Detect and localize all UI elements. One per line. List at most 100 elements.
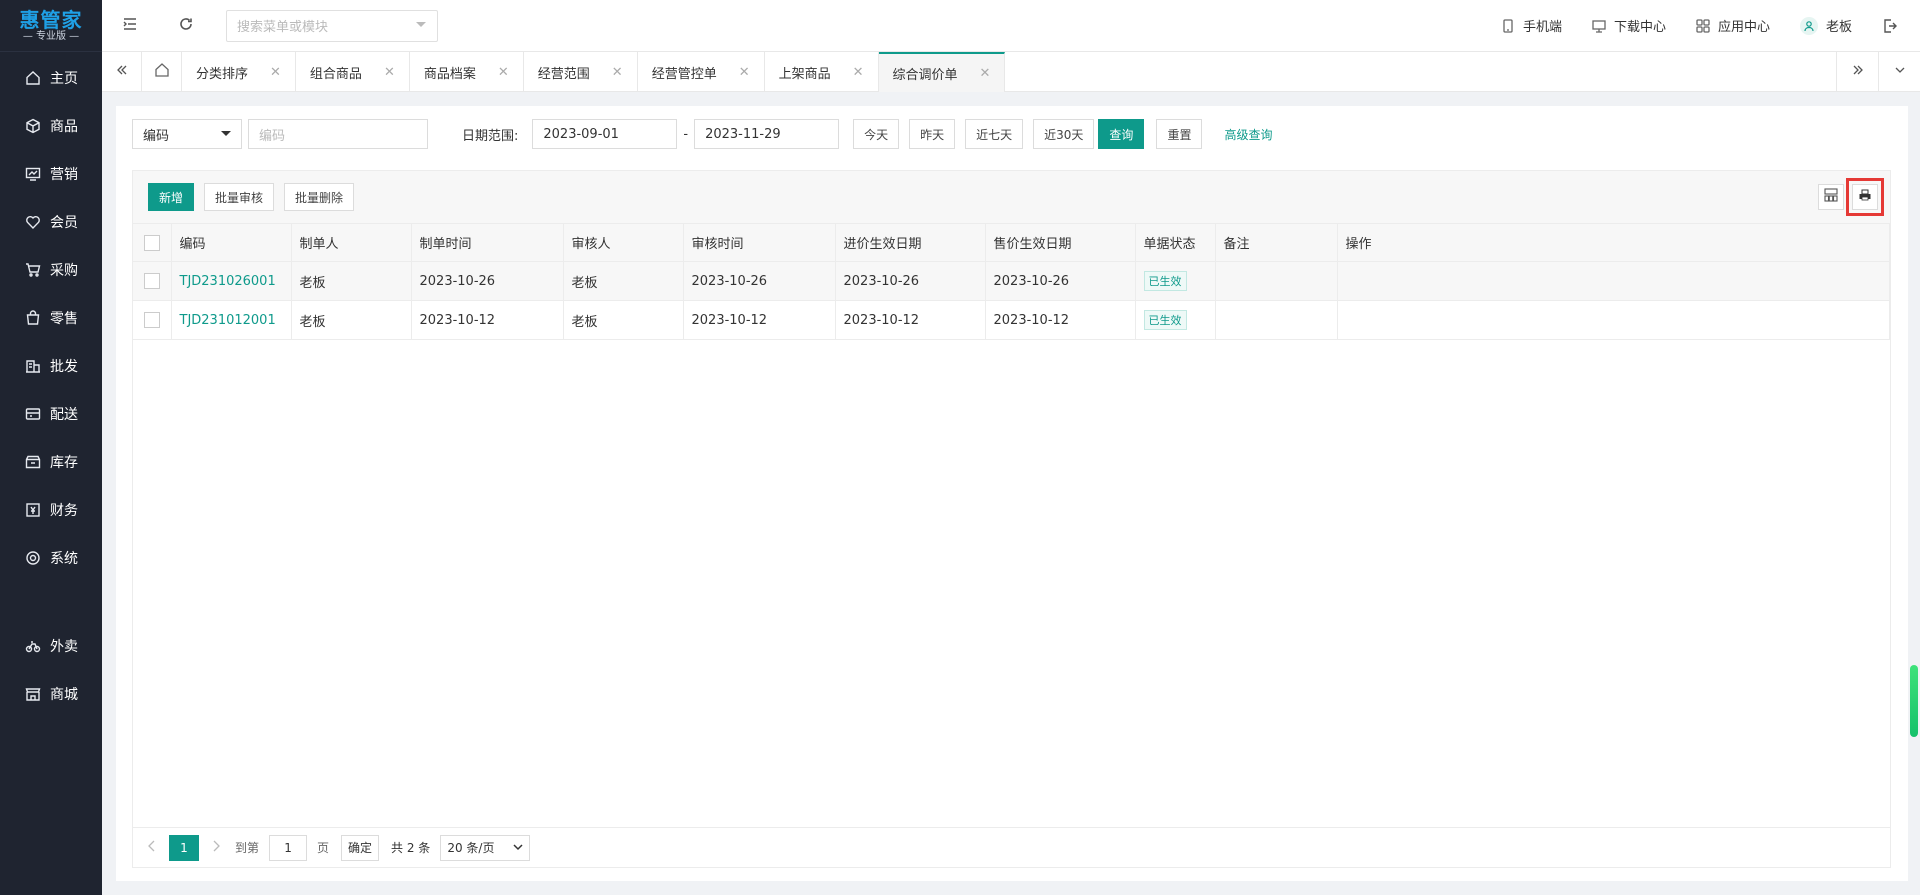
col-header-actions[interactable]: 操作 <box>1337 223 1890 262</box>
add-button[interactable]: 新增 <box>148 183 195 211</box>
query-button[interactable]: 查询 <box>1098 119 1145 149</box>
sidebar-item-goods[interactable]: 商品 <box>0 102 102 150</box>
page-scrollbar[interactable] <box>1910 665 1918 737</box>
actions-cell <box>1337 261 1890 301</box>
sidebar-item-home[interactable]: 主页 <box>0 54 102 102</box>
table-row[interactable]: TJD231012001 老板 2023-10-12 老板 2023-10-12… <box>133 300 1890 340</box>
last-7-days-button[interactable]: 近七天 <box>965 119 1024 149</box>
sidebar-item-wholesale[interactable]: 批发 <box>0 342 102 390</box>
warehouse-icon <box>24 453 42 471</box>
code-input[interactable]: 编码 <box>248 119 428 149</box>
page-size-select[interactable]: 20 条/页 <box>440 834 531 861</box>
today-button[interactable]: 今天 <box>853 119 900 149</box>
col-header-created-time[interactable]: 制单时间 <box>411 223 564 262</box>
col-header-creator[interactable]: 制单人 <box>291 223 412 262</box>
tab-category-sort[interactable]: 分类排序 ✕ <box>182 52 296 92</box>
tab-home[interactable] <box>142 52 182 92</box>
download-label: 下载中心 <box>1613 20 1666 35</box>
next-page-button[interactable] <box>211 840 221 855</box>
sidebar-item-inventory[interactable]: 库存 <box>0 438 102 486</box>
close-icon[interactable]: ✕ <box>270 65 281 80</box>
sidebar: 惠管家 — 专业版 — 主页 商品 营销 会员 采购 零售 批发 配送 库存 财… <box>0 0 102 895</box>
print-export-button[interactable] <box>1846 178 1884 216</box>
end-date-input[interactable]: 2023-11-29 <box>694 119 840 149</box>
sidebar-item-system[interactable]: 系统 <box>0 534 102 582</box>
close-icon[interactable]: ✕ <box>739 65 750 80</box>
col-header-cost-effective-date[interactable]: 进价生效日期 <box>835 223 986 262</box>
sidebar-item-purchase[interactable]: 采购 <box>0 246 102 294</box>
actions-cell <box>1337 300 1890 340</box>
close-icon[interactable]: ✕ <box>498 65 509 80</box>
sidebar-item-member[interactable]: 会员 <box>0 198 102 246</box>
user-menu[interactable]: 老板 <box>1799 16 1852 35</box>
logo[interactable]: 惠管家 — 专业版 — <box>0 0 102 52</box>
mobile-link[interactable]: 手机端 <box>1501 16 1562 35</box>
tab-listed-goods[interactable]: 上架商品 ✕ <box>765 52 879 92</box>
logout-button[interactable] <box>1882 18 1906 34</box>
page-tabs: 分类排序 ✕ 组合商品 ✕ 商品档案 ✕ 经营范围 ✕ 经营管控单 ✕ 上架商品 ✕ 综合调… <box>102 52 1920 92</box>
sidebar-item-retail[interactable]: 零售 <box>0 294 102 342</box>
close-icon[interactable]: ✕ <box>853 65 864 80</box>
cart-icon <box>24 261 42 279</box>
row-checkbox[interactable] <box>144 312 160 328</box>
sidebar-item-label: 营销 <box>50 167 78 183</box>
app-center-link[interactable]: 应用中心 <box>1696 16 1770 35</box>
page-suffix-label: 页 <box>317 841 330 855</box>
tabs-controls <box>1836 52 1920 92</box>
batch-delete-button[interactable]: 批量删除 <box>284 183 355 211</box>
tabs-scroll-left-button[interactable] <box>102 52 142 92</box>
reset-button[interactable]: 重置 <box>1156 119 1203 149</box>
close-icon[interactable]: ✕ <box>612 65 623 80</box>
search-field-select[interactable]: 编码 <box>132 119 242 149</box>
note-cell <box>1215 261 1338 301</box>
table-header: 编码 制单人 制单时间 审核人 审核时间 进价生效日期 售价生效日期 单据状态 … <box>133 223 1890 262</box>
row-checkbox[interactable] <box>144 273 160 289</box>
tabs-menu-button[interactable] <box>1878 52 1920 92</box>
goto-label: 到第 <box>235 841 260 855</box>
page-1-button[interactable]: 1 <box>169 834 199 861</box>
marketing-icon <box>24 165 42 183</box>
order-code-link[interactable]: TJD231012001 <box>171 300 292 340</box>
refresh-button[interactable] <box>158 0 214 52</box>
menu-search-input[interactable]: 搜索菜单或模块 <box>226 9 438 42</box>
sidebar-item-takeout[interactable]: 外卖 <box>0 622 102 670</box>
col-header-auditor[interactable]: 审核人 <box>563 223 684 262</box>
last-30-days-button[interactable]: 近30天 <box>1033 119 1095 149</box>
sidebar-item-mall[interactable]: 商城 <box>0 670 102 718</box>
col-header-status[interactable]: 单据状态 <box>1135 223 1216 262</box>
sidebar-item-delivery[interactable]: 配送 <box>0 390 102 438</box>
sidebar-item-finance[interactable]: 财务 <box>0 486 102 534</box>
col-header-note[interactable]: 备注 <box>1215 223 1338 262</box>
sidebar-item-marketing[interactable]: 营销 <box>0 150 102 198</box>
start-date-value: 2023-09-01 <box>543 126 619 142</box>
tab-business-control[interactable]: 经营管控单 ✕ <box>638 52 765 92</box>
batch-audit-button[interactable]: 批量审核 <box>204 183 275 211</box>
logo-title: 惠管家 <box>19 7 83 32</box>
advanced-query-link[interactable]: 高级查询 <box>1224 126 1272 143</box>
tab-business-scope[interactable]: 经营范围 ✕ <box>524 52 638 92</box>
select-all-checkbox[interactable] <box>144 234 160 251</box>
column-settings-button[interactable] <box>1818 184 1844 210</box>
yesterday-button[interactable]: 昨天 <box>909 119 956 149</box>
tab-price-adjustment[interactable]: 综合调价单 ✕ <box>878 52 1006 92</box>
sidebar-item-label: 商城 <box>50 687 78 703</box>
tabs-scroll-right-button[interactable] <box>1836 52 1878 92</box>
goto-page-input[interactable]: 1 <box>269 834 308 861</box>
goto-confirm-button[interactable]: 确定 <box>341 834 380 861</box>
close-icon[interactable]: ✕ <box>384 65 395 80</box>
col-header-audit-time[interactable]: 审核时间 <box>683 223 836 262</box>
col-header-code[interactable]: 编码 <box>171 223 292 262</box>
tab-goods-archive[interactable]: 商品档案 ✕ <box>410 52 524 92</box>
download-center-link[interactable]: 下载中心 <box>1592 16 1666 35</box>
truck-icon <box>24 405 42 423</box>
page-size-value: 20 条/页 <box>447 841 495 855</box>
menu-toggle-button[interactable] <box>102 0 158 52</box>
order-code-link[interactable]: TJD231026001 <box>171 261 292 301</box>
start-date-input[interactable]: 2023-09-01 <box>532 119 678 149</box>
creator-cell: 老板 <box>291 261 412 301</box>
close-icon[interactable]: ✕ <box>980 66 991 81</box>
table-row[interactable]: TJD231026001 老板 2023-10-26 老板 2023-10-26… <box>133 261 1890 301</box>
tab-combo-goods[interactable]: 组合商品 ✕ <box>296 52 410 92</box>
col-header-price-effective-date[interactable]: 售价生效日期 <box>985 223 1136 262</box>
prev-page-button[interactable] <box>147 840 157 855</box>
